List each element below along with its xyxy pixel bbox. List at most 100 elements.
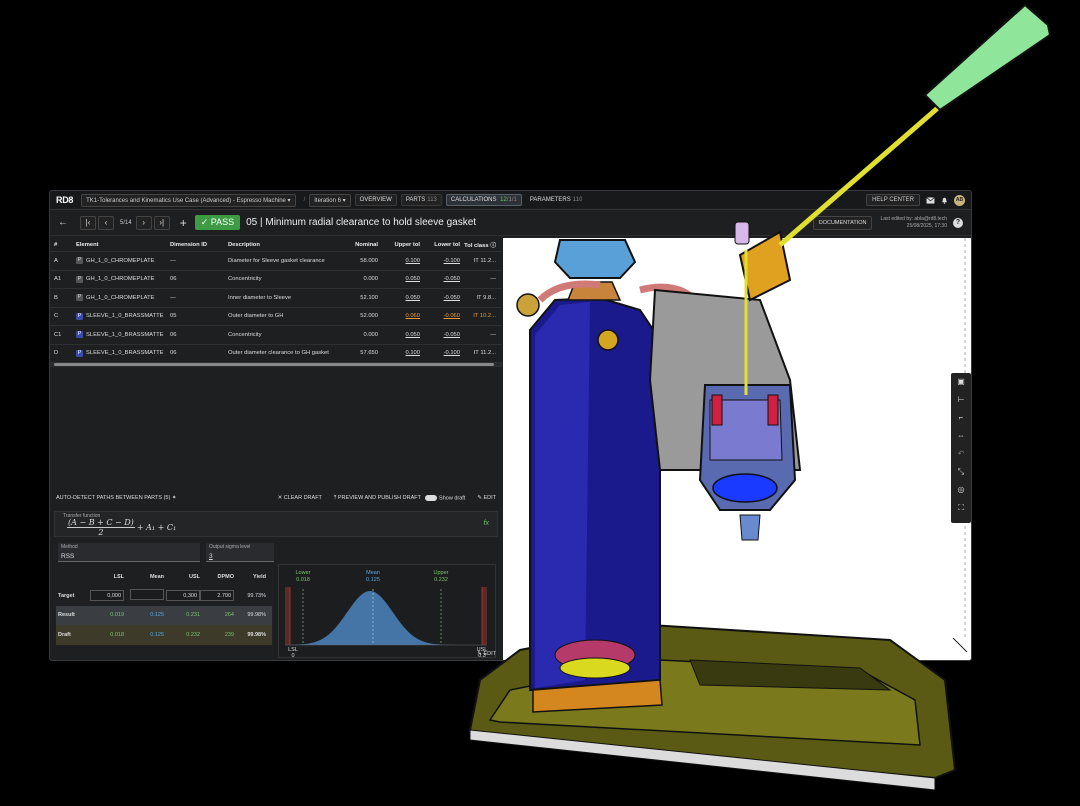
close-icon: ✕ <box>277 495 283 501</box>
show-draft-label: Show draft <box>439 495 466 502</box>
add-icon[interactable]: + <box>180 216 187 230</box>
toggle-switch[interactable] <box>425 494 438 501</box>
tab-calculations[interactable]: CALCULATIONS 12/1/1 <box>445 194 522 206</box>
formula-rest: + A₁ + C₁ <box>136 523 177 532</box>
nominal[interactable]: 57.650 <box>340 350 378 356</box>
result-mean: 0.125 <box>150 612 164 619</box>
table-row[interactable]: A1 P GH_1_0_CHROMEPLATE 06 Concentricity 0.00… <box>50 271 502 289</box>
mail-icon[interactable] <box>926 196 935 204</box>
element-cell[interactable]: P GH_1_0_CHROMEPLATE <box>76 294 170 302</box>
target-lsl-input[interactable]: 0,000 <box>90 590 124 602</box>
nominal[interactable]: 58.000 <box>340 258 378 264</box>
nominal[interactable]: 0.000 <box>340 332 378 338</box>
help-icon[interactable]: ? <box>953 217 963 228</box>
table-row[interactable]: D P SLEEVE_1_0_BRASSMATTE 06 Outer diameter … <box>50 345 502 363</box>
prev-page-icon[interactable]: ‹ <box>98 215 114 230</box>
table-body: A P GH_1_0_CHROMEPLATE — Diameter for Sleeve… <box>50 252 502 363</box>
show-draft-toggle[interactable]: Show draft <box>425 494 466 502</box>
edit-button[interactable]: ✎ EDIT <box>477 495 496 501</box>
documentation-button[interactable]: DOCUMENTATION <box>812 215 873 230</box>
nominal[interactable]: 52.000 <box>340 313 378 319</box>
upper-label: Upper <box>434 570 449 576</box>
autodetect-button[interactable]: AUTO-DETECT PATHS BETWEEN PARTS (5) ✦ <box>56 495 176 501</box>
element-cell[interactable]: P SLEEVE_1_0_BRASSMATTE <box>76 331 170 339</box>
target-usl-input[interactable]: 0,300 <box>166 590 200 602</box>
tol-class: IT 11.2... <box>473 257 496 264</box>
edit-results-button[interactable]: ✎ EDIT <box>477 651 496 657</box>
bell-icon[interactable] <box>940 197 949 204</box>
next-page-icon[interactable]: › <box>135 215 152 230</box>
clear-draft-button[interactable]: ✕ CLEAR DRAFT <box>278 495 322 501</box>
table-row[interactable]: A P GH_1_0_CHROMEPLATE — Diameter for Sleeve… <box>50 252 502 271</box>
upper-tol[interactable]: 0.050 <box>378 276 420 282</box>
result-dpmo: 264 <box>224 612 234 619</box>
info-icon[interactable]: ⓘ <box>490 243 496 249</box>
angle-icon[interactable]: ⌐ <box>951 409 971 427</box>
back-arrow-icon[interactable]: ← <box>58 217 68 228</box>
table-row[interactable]: B P GH_1_0_CHROMEPLATE — Inner diameter to S… <box>50 289 502 308</box>
scale-icon[interactable]: ⤡ <box>951 463 971 481</box>
lower-tol[interactable]: -0.100 <box>420 350 460 356</box>
lower-tol[interactable]: -0.050 <box>420 295 460 301</box>
app-window: RD8 TK1-Tolerances and Kinematics Use Ca… <box>49 190 972 661</box>
measure-icon[interactable]: ⊢ <box>951 391 971 409</box>
upper-tol[interactable]: 0.050 <box>378 332 420 338</box>
lower-tol[interactable]: -0.060 <box>420 313 460 319</box>
image-icon[interactable]: ▣ <box>951 373 971 391</box>
first-page-icon[interactable]: |‹ <box>80 215 96 230</box>
element-cell[interactable]: P GH_1_0_CHROMEPLATE <box>76 275 170 283</box>
upper-tol[interactable]: 0.050 <box>378 295 420 301</box>
avatar[interactable]: AB <box>954 194 965 206</box>
undo-icon[interactable]: ↶ <box>951 445 971 463</box>
3d-viewport[interactable] <box>503 238 971 660</box>
target-mean-input[interactable] <box>130 589 164 601</box>
result-usl: 0.231 <box>186 612 200 619</box>
help-center-button[interactable]: HELP CENTER <box>866 194 920 206</box>
iteration-name: Iteration 6 <box>314 197 341 204</box>
draft-yield: 99.98% <box>247 631 266 638</box>
element-cell[interactable]: P SLEEVE_1_0_BRASSMATTE <box>76 312 170 320</box>
tab-count: 113 <box>427 197 437 203</box>
upper-tol[interactable]: 0.060 <box>378 313 420 319</box>
tab-overview[interactable]: OVERVIEW <box>354 194 397 206</box>
horizontal-scrollbar[interactable] <box>50 363 502 367</box>
tab-parameters[interactable]: PARAMETERS 110 <box>526 195 586 205</box>
point-icon[interactable]: ⇔ <box>951 427 971 445</box>
fit-icon[interactable]: ◎ <box>951 481 971 499</box>
top-bar: RD8 TK1-Tolerances and Kinematics Use Ca… <box>50 191 971 210</box>
lower-tol[interactable]: -0.100 <box>420 258 460 264</box>
row-id: D <box>54 350 59 357</box>
transfer-function-box[interactable]: Transfer function (A − B + C − D) 2 + A₁… <box>54 511 498 537</box>
tab-parts[interactable]: PARTS 113 <box>400 194 442 206</box>
fullscreen-icon[interactable]: ⛶ <box>951 499 971 517</box>
scrollbar-thumb[interactable] <box>54 363 494 366</box>
col-header: Tol class ⓘ <box>460 240 500 249</box>
nominal[interactable]: 52.100 <box>340 295 378 301</box>
upper-tol[interactable]: 0.100 <box>378 258 420 264</box>
nominal[interactable]: 0.000 <box>340 276 378 282</box>
project-dropdown[interactable]: TK1-Tolerances and Kinematics Use Case (… <box>81 193 296 207</box>
element-cell[interactable]: P GH_1_0_CHROMEPLATE <box>76 257 170 265</box>
preview-publish-button[interactable]: ⤒ PREVIEW AND PUBLISH DRAFT <box>334 495 421 502</box>
lower-label: Lower <box>296 570 311 576</box>
lower-tol[interactable]: -0.050 <box>420 332 460 338</box>
element-name: GH_1_0_CHROMEPLATE <box>86 276 155 283</box>
table-row[interactable]: C P SLEEVE_1_0_BRASSMATTE 05 Outer diameter … <box>50 308 502 326</box>
element-cell[interactable]: P SLEEVE_1_0_BRASSMATTE <box>76 349 170 357</box>
tol-class: — <box>490 331 496 338</box>
upper-value: 0.232 <box>434 577 448 583</box>
row-id: C1 <box>54 331 62 338</box>
fx-icon[interactable]: fx <box>484 520 489 527</box>
table-row[interactable]: C1 P SLEEVE_1_0_BRASSMATTE 06 Concentricity 0… <box>50 326 502 345</box>
last-page-icon[interactable]: ›| <box>153 215 170 230</box>
dimension-id: — <box>170 294 176 301</box>
iteration-dropdown[interactable]: Iteration 6 ▾ <box>309 193 351 207</box>
base-edge <box>469 729 936 791</box>
method-select[interactable]: Method RSS <box>58 543 200 562</box>
target-dpmo-input[interactable]: 2.700 <box>200 590 234 602</box>
lower-tol[interactable]: -0.050 <box>420 276 460 282</box>
upper-tol[interactable]: 0.100 <box>378 350 420 356</box>
sigma-input[interactable]: Output sigma level 3 <box>206 543 274 562</box>
edit-label: EDIT <box>483 651 496 657</box>
dimension-id: 06 <box>170 276 177 283</box>
